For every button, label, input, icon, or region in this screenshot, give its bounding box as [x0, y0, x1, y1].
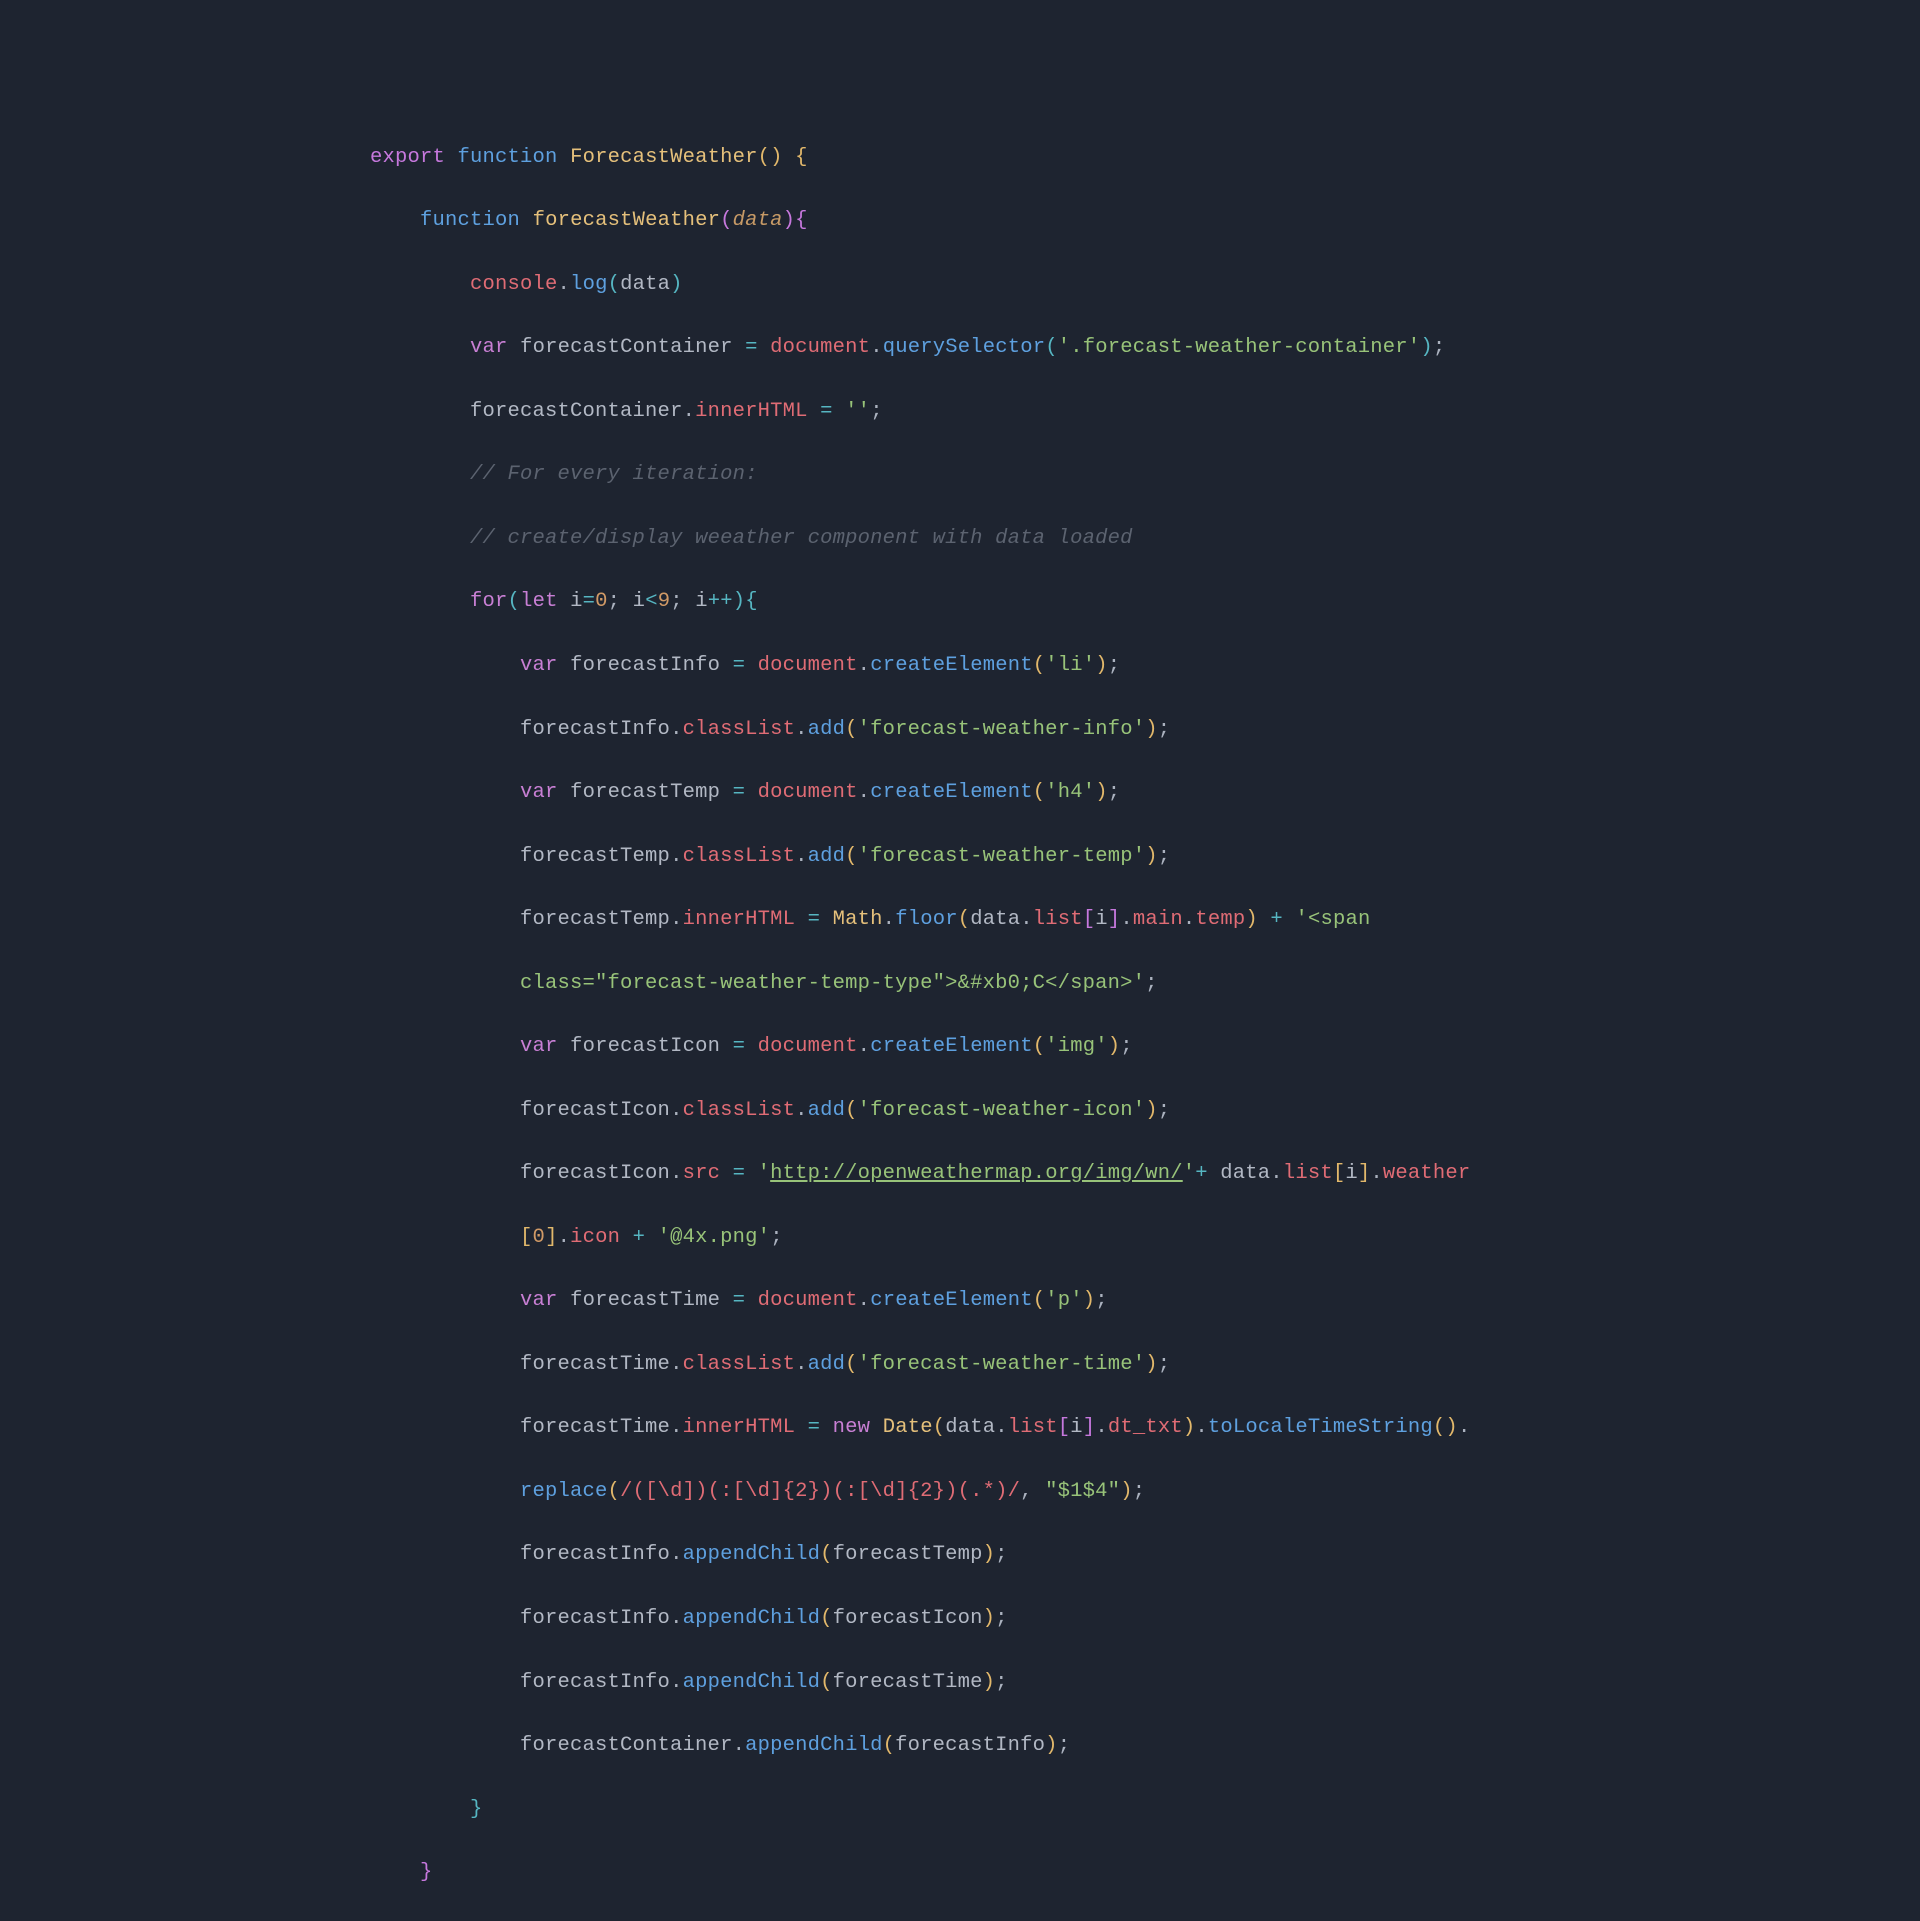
code-line: var forecastTime = document.createElemen… [370, 1285, 1570, 1317]
code-line: forecastInfo.appendChild(forecastTemp); [370, 1539, 1570, 1571]
code-line: var forecastContainer = document.querySe… [370, 332, 1570, 364]
code-line: forecastContainer.appendChild(forecastIn… [370, 1730, 1570, 1762]
paren: ( [720, 209, 733, 232]
fn-name-inner: forecastWeather [533, 209, 721, 232]
code-line: forecastInfo.classList.add('forecast-wea… [370, 714, 1570, 746]
code-line: forecastTime.innerHTML = new Date(data.l… [370, 1412, 1570, 1444]
code-line: } [370, 1857, 1570, 1889]
code-line: var forecastIcon = document.createElemen… [370, 1031, 1570, 1063]
code-line: forecastTemp.innerHTML = Math.floor(data… [370, 904, 1570, 936]
code-line: forecastInfo.appendChild(forecastIcon); [370, 1603, 1570, 1635]
brace-close: } [470, 1798, 483, 1821]
code-line: forecastContainer.innerHTML = ''; [370, 396, 1570, 428]
paren: () [758, 146, 783, 169]
fn-name-outer: ForecastWeather [570, 146, 758, 169]
code-line: export function ForecastWeather() { [370, 142, 1570, 174]
code-line: function forecastWeather(data){ [370, 205, 1570, 237]
keyword-export: export [370, 146, 445, 169]
param: data [733, 209, 783, 232]
code-line: [0].icon + '@4x.png'; [370, 1222, 1570, 1254]
code-line: forecastTemp.classList.add('forecast-wea… [370, 841, 1570, 873]
code-line: class="forecast-weather-temp-type">&#xb0… [370, 968, 1570, 1000]
code-line: var forecastTemp = document.createElemen… [370, 777, 1570, 809]
code-line: for(let i=0; i<9; i++){ [370, 586, 1570, 618]
code-line: forecastTime.classList.add('forecast-wea… [370, 1349, 1570, 1381]
console: console [470, 273, 558, 296]
code-line: var forecastInfo = document.createElemen… [370, 650, 1570, 682]
code-line: } [370, 1794, 1570, 1826]
brace-close: } [420, 1861, 433, 1884]
code-line: forecastInfo.appendChild(forecastTime); [370, 1667, 1570, 1699]
keyword-function: function [420, 209, 520, 232]
method-log: log [570, 273, 608, 296]
keyword-var: var [470, 336, 508, 359]
url-link[interactable]: http://openweathermap.org/img/wn/ [770, 1162, 1183, 1185]
code-line: // create/display weeather component wit… [370, 523, 1570, 555]
keyword-function: function [458, 146, 558, 169]
code-line: forecastIcon.src = 'http://openweatherma… [370, 1158, 1570, 1190]
code-line: // For every iteration: [370, 459, 1570, 491]
brace-open: { [795, 146, 808, 169]
brace-open: { [795, 209, 808, 232]
code-line: console.log(data) [370, 269, 1570, 301]
paren: ) [783, 209, 796, 232]
code-editor[interactable]: export function ForecastWeather() { func… [370, 110, 1570, 1921]
code-line: forecastIcon.classList.add('forecast-wea… [370, 1095, 1570, 1127]
code-line: replace(/([\d])(:[\d]{2})(:[\d]{2})(.*)/… [370, 1476, 1570, 1508]
